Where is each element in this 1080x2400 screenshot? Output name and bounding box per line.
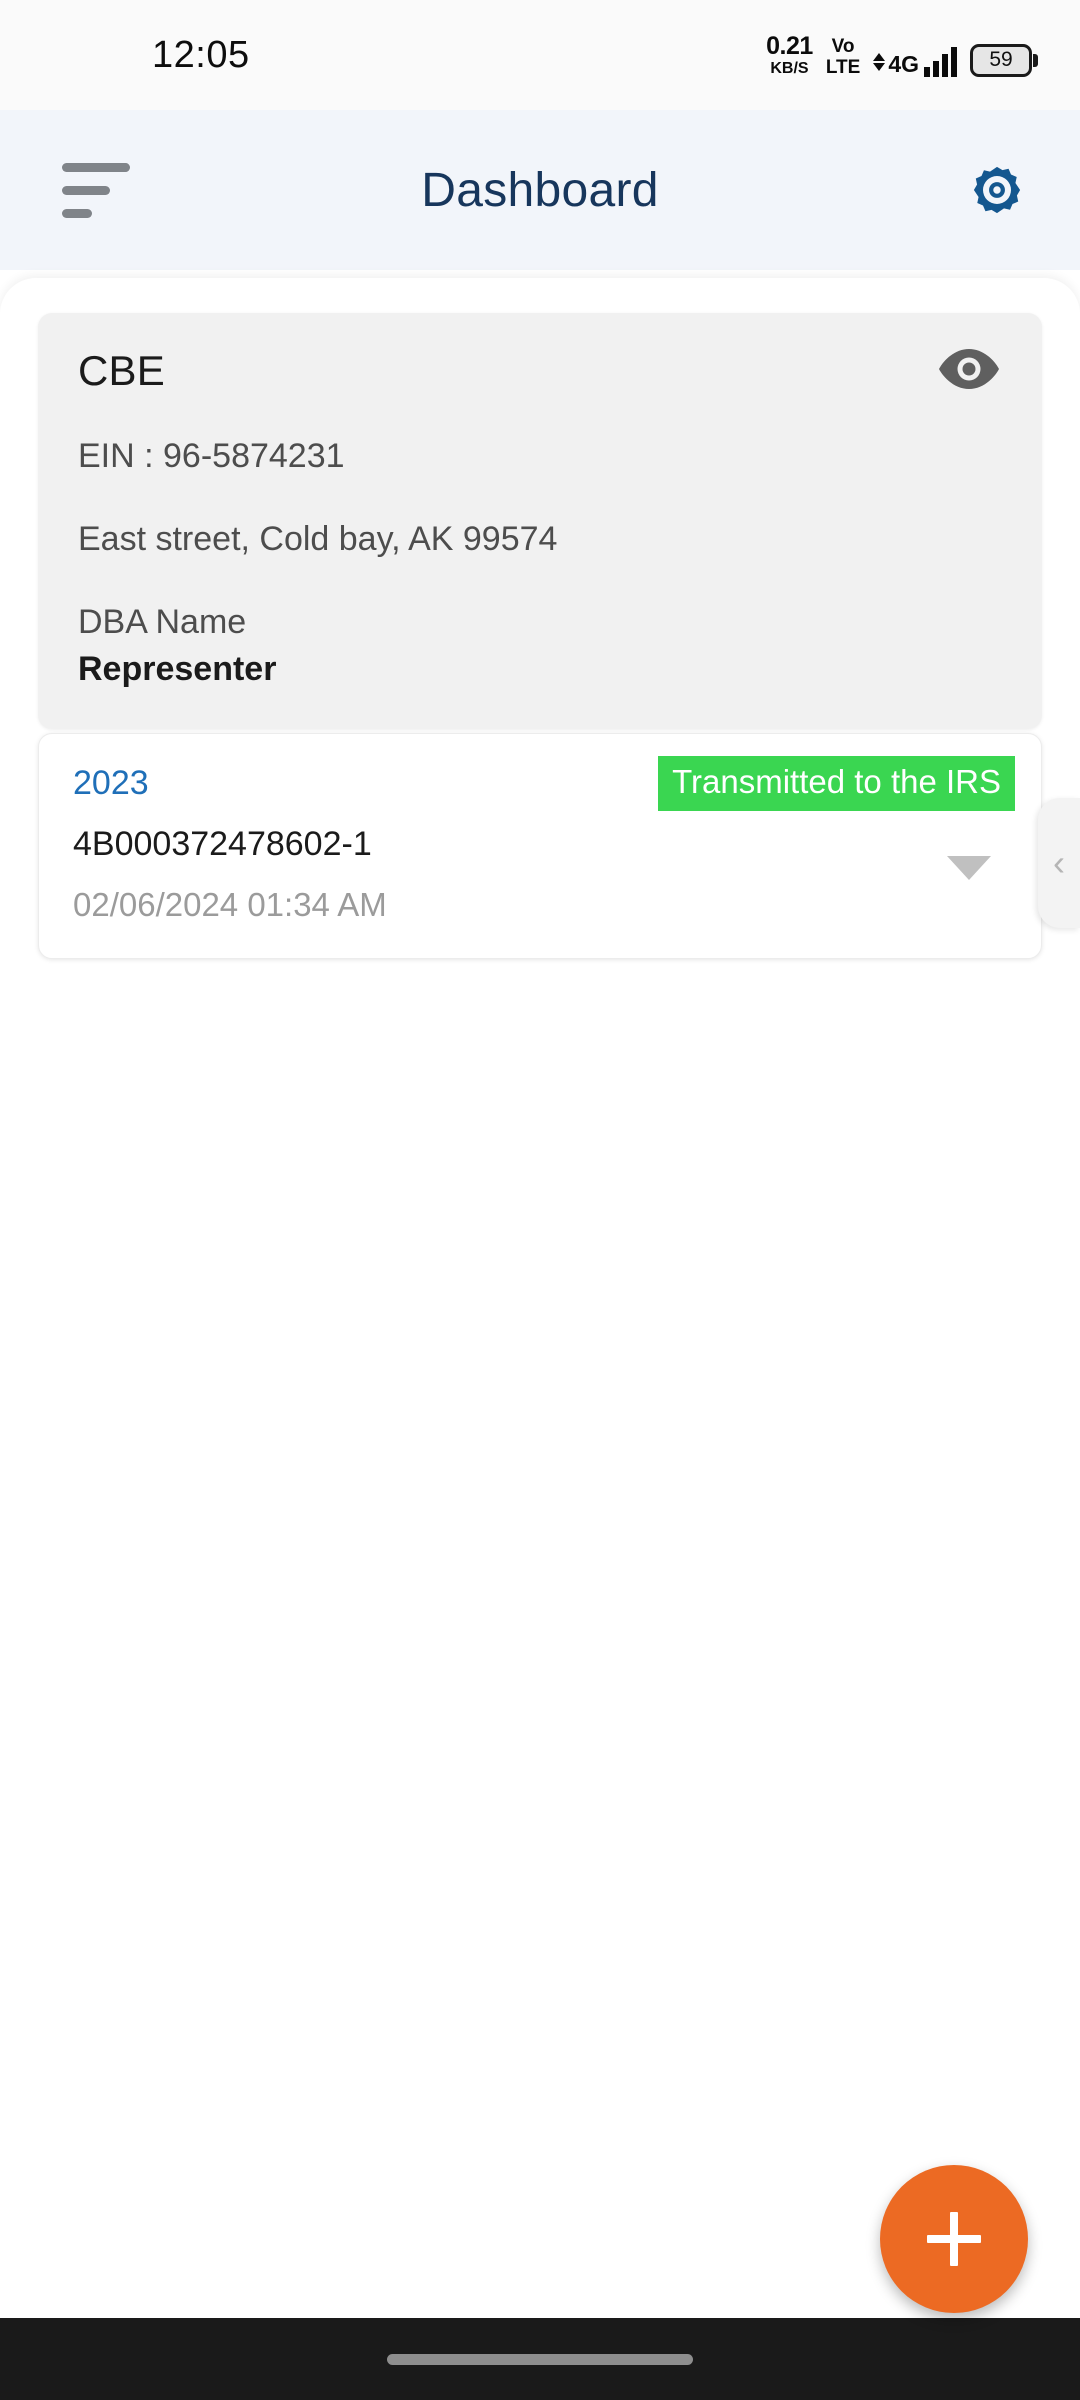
company-card-header: CBE	[78, 347, 1002, 395]
filing-submission-id: 4B000372478602-1	[73, 825, 372, 863]
status-badge: Transmitted to the IRS	[658, 756, 1015, 812]
dba-name-label: DBA Name	[78, 603, 247, 641]
system-navigation-bar	[0, 2318, 1080, 2400]
side-drawer-handle[interactable]: ‹	[1038, 798, 1080, 928]
filing-timestamp: 02/06/2024 01:34 AM	[73, 886, 387, 923]
caret-down-icon[interactable]	[947, 856, 991, 880]
battery-icon: 59	[970, 43, 1038, 77]
app-bar: Dashboard	[0, 110, 1080, 270]
volte-line-1: Vo	[831, 35, 855, 57]
home-gesture-pill[interactable]	[387, 2353, 693, 2365]
signal-indicator: 4G	[873, 46, 957, 77]
status-clock: 12:05	[152, 33, 250, 76]
network-type-label: 4G	[888, 50, 919, 77]
dba-name-value: Representer	[78, 650, 277, 688]
status-bar: 12:05 0.21 KB/S Vo LTE 4G 59	[0, 0, 1080, 110]
network-speed-indicator: 0.21 KB/S	[766, 31, 813, 77]
chevron-left-icon: ‹	[1053, 842, 1065, 883]
company-ein: EIN : 96-5874231	[78, 437, 345, 475]
filing-row[interactable]: 2023 4B000372478602-1 02/06/2024 01:34 A…	[38, 733, 1042, 959]
company-card[interactable]: CBE EIN : 96-5874231 East street, Cold b…	[38, 313, 1042, 729]
battery-level-label: 59	[989, 48, 1013, 71]
volte-line-2: LTE	[825, 56, 861, 78]
data-transfer-arrows-icon	[873, 52, 886, 71]
volte-icon: Vo LTE	[826, 37, 860, 77]
gear-icon[interactable]	[966, 159, 1028, 221]
network-speed-unit: KB/S	[770, 59, 809, 77]
company-name: CBE	[78, 347, 165, 394]
page-title: Dashboard	[421, 163, 659, 217]
network-speed-value: 0.21	[766, 31, 813, 60]
phone-screen: 12:05 0.21 KB/S Vo LTE 4G 59 Dashboard C…	[0, 0, 1080, 2400]
signal-bars-icon	[924, 46, 957, 77]
content-sheet: CBE EIN : 96-5874231 East street, Cold b…	[0, 278, 1080, 2318]
company-address: East street, Cold bay, AK 99574	[78, 520, 558, 558]
eye-icon[interactable]	[936, 347, 1002, 391]
add-button[interactable]	[880, 2165, 1028, 2313]
status-icons: 0.21 KB/S Vo LTE 4G 59	[766, 31, 1038, 77]
